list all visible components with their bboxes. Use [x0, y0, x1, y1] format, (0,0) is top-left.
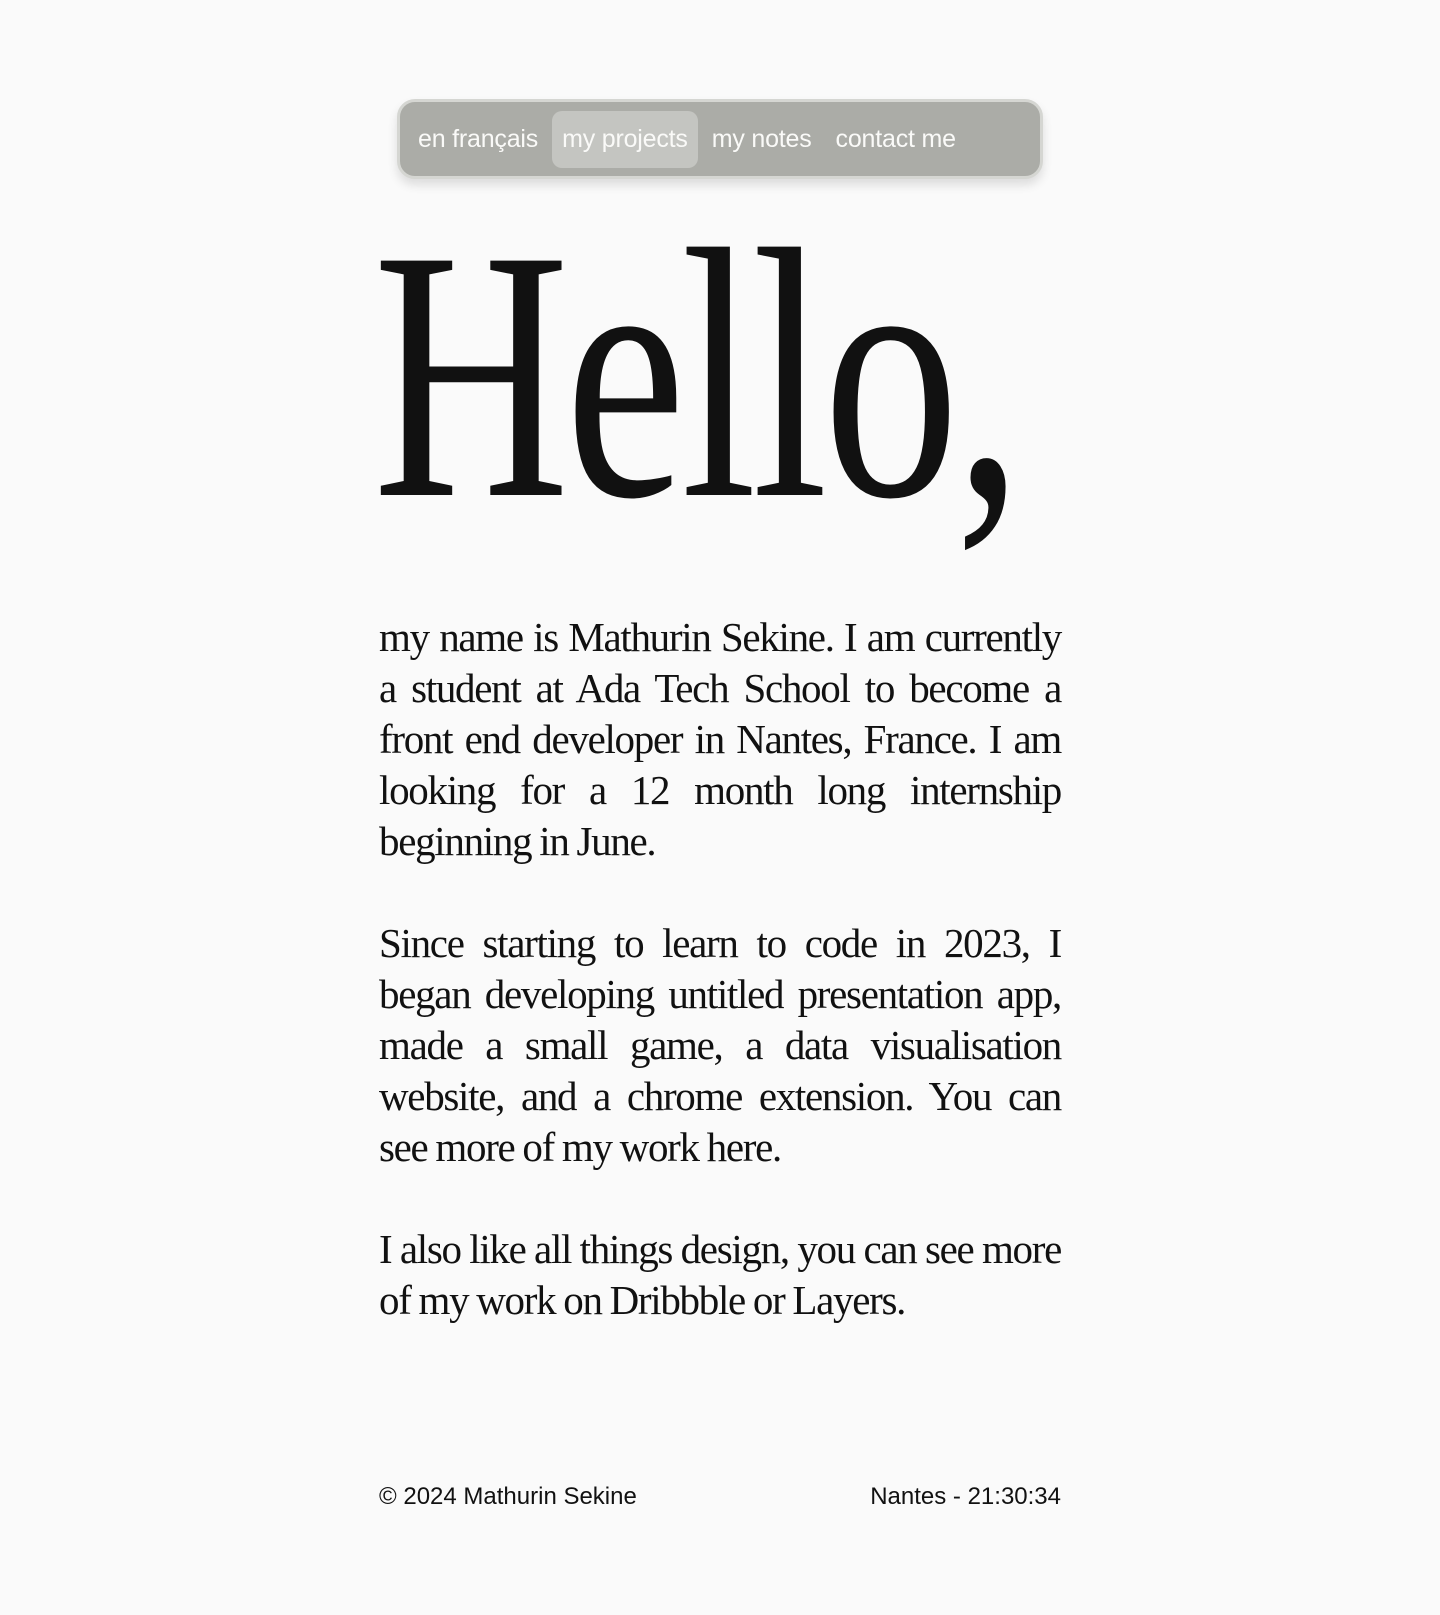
top-nav: en français my projects my notes contact… — [397, 99, 1043, 179]
nav-contact-me[interactable]: contact me — [826, 111, 966, 168]
design-paragraph: I also like all things design, you can s… — [379, 1226, 1062, 1323]
footer: © 2024 Mathurin Sekine Nantes - 21:30:34 — [379, 1483, 1061, 1511]
intro-paragraph: my name is Mathurin Sekine. I am current… — [379, 614, 1062, 864]
projects-paragraph: Since starting to learn to code in 2023,… — [379, 920, 1062, 1170]
nav-my-projects[interactable]: my projects — [552, 110, 698, 168]
nav-my-notes[interactable]: my notes — [702, 111, 822, 168]
hero-title: Hello, — [373, 177, 1023, 573]
intro-content: my name is Mathurin Sekine. I am current… — [379, 612, 1062, 1377]
nav-language-toggle[interactable]: en français — [408, 111, 548, 168]
location-clock: Nantes - 21:30:34 — [870, 1483, 1061, 1510]
copyright: © 2024 Mathurin Sekine — [379, 1483, 637, 1510]
